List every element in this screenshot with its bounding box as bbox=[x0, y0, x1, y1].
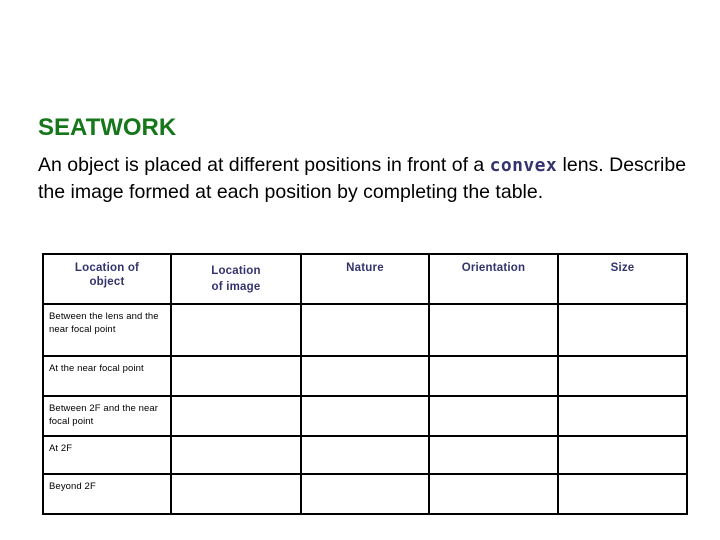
table-row: At the near focal point bbox=[42, 355, 688, 397]
table-row: At 2F bbox=[42, 435, 688, 475]
cell-size[interactable] bbox=[557, 435, 688, 475]
column-header-location-of-object-line2: object bbox=[89, 276, 125, 288]
cell-location-of-image[interactable] bbox=[170, 473, 302, 515]
column-header-size: Size bbox=[557, 253, 688, 305]
column-header-orientation-label: Orientation bbox=[461, 262, 526, 274]
row-label: Between 2F and the near focal point bbox=[49, 403, 158, 427]
page-title: SEATWORK bbox=[38, 114, 177, 141]
column-header-location-of-object: Location of object bbox=[42, 253, 172, 305]
instruction-paragraph: An object is placed at different positio… bbox=[38, 152, 698, 205]
column-header-nature-label: Nature bbox=[346, 262, 384, 274]
cell-size[interactable] bbox=[557, 355, 688, 397]
cell-size[interactable] bbox=[557, 303, 688, 357]
cell-location-of-image[interactable] bbox=[170, 355, 302, 397]
slide-canvas: SEATWORK An object is placed at differen… bbox=[0, 0, 720, 540]
cell-size[interactable] bbox=[557, 395, 688, 437]
cell-location-of-object: At 2F bbox=[42, 435, 172, 475]
cell-location-of-object: Between 2F and the near focal point bbox=[42, 395, 172, 437]
column-header-location-of-image-line1: Location bbox=[211, 265, 261, 277]
cell-nature[interactable] bbox=[300, 395, 430, 437]
keyword-convex: convex bbox=[489, 155, 558, 176]
row-label: Between the lens and the near focal poin… bbox=[49, 311, 159, 335]
column-header-orientation: Orientation bbox=[428, 253, 559, 305]
table-row: Between the lens and the near focal poin… bbox=[42, 303, 688, 357]
table-header-row: Location of object Location of image Nat… bbox=[42, 253, 688, 305]
column-header-location-of-image: Location of image bbox=[170, 253, 302, 305]
cell-nature[interactable] bbox=[300, 435, 430, 475]
cell-nature[interactable] bbox=[300, 473, 430, 515]
cell-location-of-image[interactable] bbox=[170, 435, 302, 475]
cell-location-of-image[interactable] bbox=[170, 303, 302, 357]
row-label: At 2F bbox=[49, 443, 73, 454]
cell-location-of-object: Between the lens and the near focal poin… bbox=[42, 303, 172, 357]
cell-orientation[interactable] bbox=[428, 355, 559, 397]
cell-location-of-image[interactable] bbox=[170, 395, 302, 437]
row-label: Beyond 2F bbox=[49, 481, 96, 492]
image-description-table: Location of object Location of image Nat… bbox=[42, 253, 688, 515]
cell-orientation[interactable] bbox=[428, 395, 559, 437]
cell-orientation[interactable] bbox=[428, 473, 559, 515]
instruction-text-part1: An object is placed at different positio… bbox=[38, 154, 490, 176]
cell-location-of-object: Beyond 2F bbox=[42, 473, 172, 515]
cell-nature[interactable] bbox=[300, 355, 430, 397]
table-row: Between 2F and the near focal point bbox=[42, 395, 688, 437]
cell-nature[interactable] bbox=[300, 303, 430, 357]
cell-orientation[interactable] bbox=[428, 303, 559, 357]
table-header: Location of object Location of image Nat… bbox=[42, 253, 688, 305]
row-label: At the near focal point bbox=[49, 363, 144, 374]
column-header-location-of-object-line1: Location of bbox=[74, 262, 140, 274]
table-row: Beyond 2F bbox=[42, 473, 688, 515]
column-header-size-label: Size bbox=[610, 262, 635, 274]
column-header-location-of-image-line2: of image bbox=[211, 281, 261, 293]
column-header-nature: Nature bbox=[300, 253, 430, 305]
table-body: Between the lens and the near focal poin… bbox=[42, 303, 688, 515]
cell-location-of-object: At the near focal point bbox=[42, 355, 172, 397]
cell-orientation[interactable] bbox=[428, 435, 559, 475]
cell-size[interactable] bbox=[557, 473, 688, 515]
